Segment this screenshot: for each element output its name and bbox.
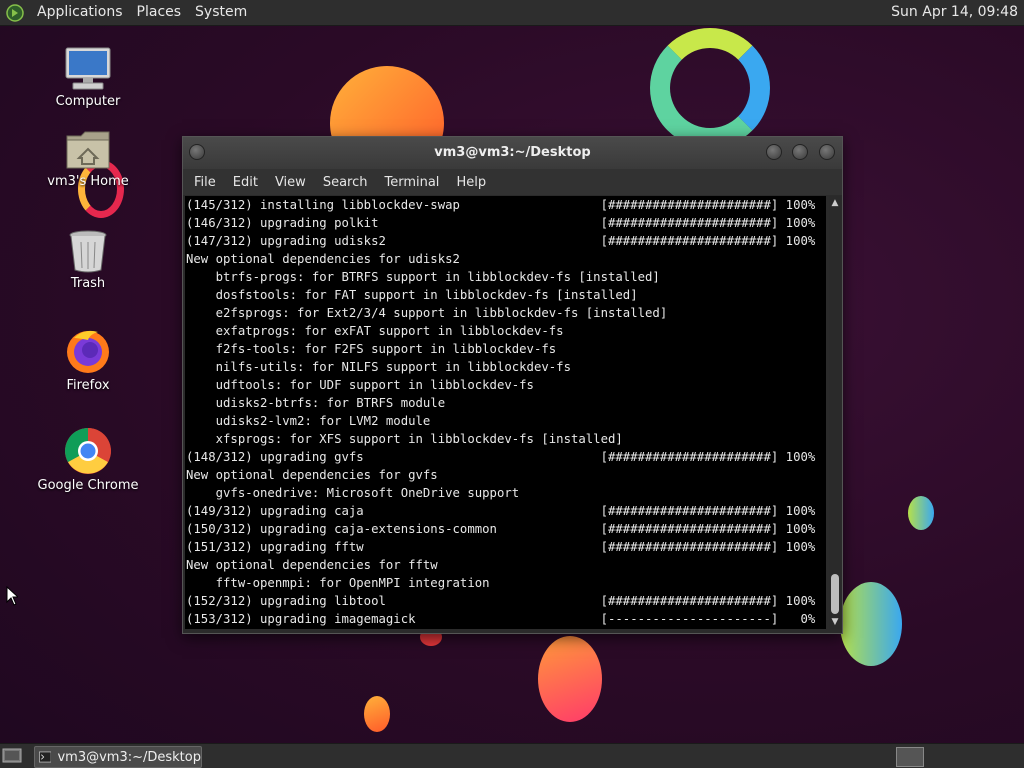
- terminal-line: (152/312) upgrading libtool [###########…: [186, 594, 816, 608]
- terminal-line: f2fs-tools: for F2FS support in libblock…: [186, 342, 557, 356]
- maximize-button[interactable]: [792, 144, 808, 160]
- scroll-up-arrow-icon[interactable]: ▲: [830, 198, 840, 208]
- terminal-line: fftw-openmpi: for OpenMPI integration: [186, 576, 490, 590]
- scroll-down-arrow-icon[interactable]: ▼: [830, 617, 840, 627]
- terminal-line: (149/312) upgrading caja [##############…: [186, 504, 816, 518]
- desktop-icon-label: Computer: [55, 94, 121, 109]
- workspace-2[interactable]: [925, 747, 951, 765]
- terminal-line: New optional dependencies for udisks2: [186, 252, 460, 266]
- close-button[interactable]: [819, 144, 835, 160]
- terminal-line: (147/312) upgrading udisks2 [###########…: [186, 234, 816, 248]
- chrome-icon: [65, 428, 111, 474]
- wallpaper-green-blue-oval: [840, 582, 902, 666]
- terminal-icon: [39, 751, 52, 763]
- computer-icon: [65, 47, 111, 90]
- desktop-icon-chrome[interactable]: Google Chrome: [33, 426, 143, 493]
- taskbar-terminal-button[interactable]: vm3@vm3:~/Desktop: [34, 746, 202, 768]
- menu-terminal[interactable]: Terminal: [377, 175, 446, 190]
- terminal-line: xfsprogs: for XFS support in libblockdev…: [186, 432, 623, 446]
- menu-edit[interactable]: Edit: [226, 175, 265, 190]
- taskbar-task-label: vm3@vm3:~/Desktop: [57, 749, 201, 765]
- menu-search[interactable]: Search: [316, 175, 375, 190]
- mate-logo-icon[interactable]: [6, 3, 24, 22]
- terminal-line: New optional dependencies for fftw: [186, 558, 438, 572]
- firefox-icon: [67, 330, 109, 373]
- menu-file[interactable]: File: [187, 175, 223, 190]
- desktop-icon-home[interactable]: vm3's Home: [33, 128, 143, 189]
- system-menu[interactable]: System: [188, 0, 254, 25]
- minimize-button[interactable]: [766, 144, 782, 160]
- show-desktop-icon[interactable]: [2, 747, 22, 764]
- terminal-line: exfatprogs: for exFAT support in libbloc…: [186, 324, 564, 338]
- desktop-icon-computer[interactable]: Computer: [33, 46, 143, 109]
- home-folder-icon: [66, 131, 110, 169]
- desktop-icon-trash[interactable]: Trash: [33, 228, 143, 291]
- panel-clock[interactable]: Sun Apr 14, 09:48: [891, 0, 1018, 25]
- terminal-scrollbar[interactable]: ▲ ▼: [829, 196, 841, 629]
- workspace-1[interactable]: [896, 747, 924, 767]
- terminal-line: (153/312) upgrading imagemagick [-------…: [186, 612, 816, 626]
- terminal-menubar: File Edit View Search Terminal Help: [183, 169, 842, 195]
- desktop-icon-label: vm3's Home: [47, 174, 129, 189]
- desktop-icon-label: Firefox: [66, 378, 110, 393]
- terminal-line: udftools: for UDF support in libblockdev…: [186, 378, 534, 392]
- applications-menu[interactable]: Applications: [30, 0, 130, 25]
- places-menu[interactable]: Places: [130, 0, 189, 25]
- top-panel: Applications Places System Sun Apr 14, 0…: [0, 0, 1024, 26]
- menu-help[interactable]: Help: [449, 175, 493, 190]
- menu-view[interactable]: View: [268, 175, 313, 190]
- desktop-icon-label: Trash: [70, 276, 106, 291]
- terminal-line: btrfs-progs: for BTRFS support in libblo…: [186, 270, 660, 284]
- terminal-line: New optional dependencies for gvfs: [186, 468, 438, 482]
- wallpaper-tiny-oval: [908, 496, 934, 530]
- terminal-window[interactable]: vm3@vm3:~/Desktop File Edit View Search …: [182, 136, 843, 634]
- desktop-icon-label: Google Chrome: [37, 478, 139, 493]
- window-titlebar[interactable]: vm3@vm3:~/Desktop: [183, 137, 842, 169]
- terminal-line: dosfstools: for FAT support in libblockd…: [186, 288, 638, 302]
- terminal-line: e2fsprogs: for Ext2/3/4 support in libbl…: [186, 306, 668, 320]
- mouse-cursor-icon: [6, 586, 18, 606]
- window-title: vm3@vm3:~/Desktop: [434, 145, 591, 160]
- terminal-line: (151/312) upgrading fftw [##############…: [186, 540, 816, 554]
- terminal-output[interactable]: (145/312) installing libblockdev-swap [#…: [185, 196, 826, 629]
- bottom-panel: vm3@vm3:~/Desktop: [0, 743, 1024, 768]
- terminal-line: (150/312) upgrading caja-extensions-comm…: [186, 522, 816, 536]
- wallpaper-ring: [650, 28, 770, 148]
- terminal-line: (145/312) installing libblockdev-swap [#…: [186, 198, 816, 212]
- trash-icon: [69, 230, 107, 273]
- wallpaper-orange-oval: [538, 636, 602, 722]
- terminal-line: (146/312) upgrading polkit [############…: [186, 216, 816, 230]
- terminal-line: nilfs-utils: for NILFS support in libblo…: [186, 360, 571, 374]
- terminal-line: (148/312) upgrading gvfs [##############…: [186, 450, 816, 464]
- terminal-line: udisks2-lvm2: for LVM2 module: [186, 414, 431, 428]
- terminal-line: udisks2-btrfs: for BTRFS module: [186, 396, 446, 410]
- scrollbar-thumb[interactable]: [831, 574, 839, 614]
- desktop-icon-firefox[interactable]: Firefox: [33, 326, 143, 393]
- terminal-line: gvfs-onedrive: Microsoft OneDrive suppor…: [186, 486, 520, 500]
- wallpaper-small-oval: [364, 696, 390, 732]
